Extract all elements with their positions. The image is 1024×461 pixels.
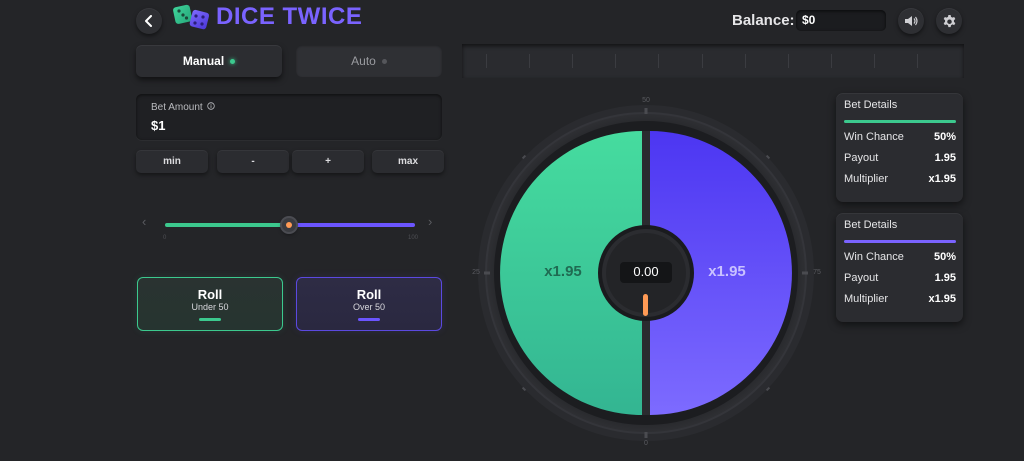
roll-over-title: Roll xyxy=(356,287,382,302)
tab-manual[interactable]: Manual xyxy=(136,45,282,77)
tab-auto[interactable]: Auto xyxy=(296,45,442,77)
inactive-indicator-icon xyxy=(381,58,387,64)
roll-under-subtitle: Under 50 xyxy=(191,302,229,312)
under-multiplier: x1.95 xyxy=(544,263,582,280)
roll-result: 0.00 xyxy=(633,264,659,279)
bet-details-accent-bar xyxy=(844,120,956,123)
win-chance-value: 50% xyxy=(933,131,956,143)
multiplier-row: Multiplier x1.95 xyxy=(844,173,956,185)
slider-thumb[interactable] xyxy=(282,218,296,232)
payout-label: Payout xyxy=(844,272,879,284)
active-indicator-icon xyxy=(230,58,236,64)
min-button[interactable]: min xyxy=(136,150,208,173)
over-multiplier: x1.95 xyxy=(708,263,746,280)
slider-under-track xyxy=(165,223,289,227)
gear-icon xyxy=(943,14,955,27)
win-chance-label: Win Chance xyxy=(844,131,904,143)
tab-manual-label: Manual xyxy=(182,54,225,68)
payout-value: 1.95 xyxy=(934,272,956,284)
roll-under-indicator xyxy=(199,318,221,321)
sound-button[interactable] xyxy=(898,8,924,34)
bet-details-accent-bar xyxy=(844,240,956,243)
multiplier-label: Multiplier xyxy=(844,293,889,305)
roll-over-button[interactable]: Roll Over 50 xyxy=(296,277,442,331)
win-chance-label: Win Chance xyxy=(844,251,904,263)
increase-button[interactable]: + xyxy=(292,150,364,173)
multiplier-row: Multiplier x1.95 xyxy=(844,293,956,305)
slider-over-track xyxy=(289,223,415,227)
bet-details-under: Bet Details Win Chance 50% Payout 1.95 M… xyxy=(836,93,963,202)
settings-button[interactable] xyxy=(936,8,962,34)
multiplier-label: Multiplier xyxy=(844,173,889,185)
slider-max-label: 100 xyxy=(408,235,419,241)
balance-value: $0 xyxy=(796,10,886,31)
game-title: DICE TWICE xyxy=(216,3,363,30)
logo: DICE TWICE xyxy=(172,2,362,32)
wheel-top-label: 50 xyxy=(642,97,650,104)
wheel-right-label: 75 xyxy=(813,269,821,276)
chevron-left-icon xyxy=(145,15,152,27)
win-chance-row: Win Chance 50% xyxy=(844,131,956,143)
wheel-bottom-label: 0 xyxy=(644,440,648,447)
wheel-left-label: 25 xyxy=(472,269,480,276)
bet-details-over: Bet Details Win Chance 50% Payout 1.95 M… xyxy=(836,213,963,322)
payout-label: Payout xyxy=(844,152,879,164)
back-button[interactable] xyxy=(136,8,162,34)
bet-details-title: Bet Details xyxy=(844,219,898,231)
slider-min-label: 0 xyxy=(163,235,167,241)
multiplier-value: x1.95 xyxy=(928,173,956,185)
balance-label: Balance: xyxy=(732,12,795,29)
decrease-button[interactable]: - xyxy=(217,150,289,173)
tab-auto-label: Auto xyxy=(351,54,376,68)
bet-details-title: Bet Details xyxy=(844,99,898,111)
roll-over-subtitle: Over 50 xyxy=(352,302,385,312)
dice-icon xyxy=(173,4,210,30)
info-icon xyxy=(207,102,216,110)
dice-wheel: x1.95 x1.95 0.00 50 25 75 0 xyxy=(472,96,821,447)
slider-left-arrow-icon[interactable]: ‹ xyxy=(142,214,146,229)
slider-right-arrow-icon[interactable]: › xyxy=(428,214,432,229)
speaker-icon xyxy=(905,16,918,26)
bet-amount-value: $1 xyxy=(151,118,166,133)
win-chance-value: 50% xyxy=(933,251,956,263)
bet-amount-field[interactable]: Bet Amount $1 xyxy=(136,94,442,140)
bet-amount-label-row: Bet Amount xyxy=(151,102,216,113)
payout-value: 1.95 xyxy=(934,152,956,164)
roll-under-title: Roll xyxy=(197,287,223,302)
win-chance-row: Win Chance 50% xyxy=(844,251,956,263)
bet-amount-label: Bet Amount xyxy=(151,102,203,113)
multiplier-value: x1.95 xyxy=(928,293,956,305)
max-button[interactable]: max xyxy=(372,150,444,173)
payout-row: Payout 1.95 xyxy=(844,152,956,164)
roll-under-button[interactable]: Roll Under 50 xyxy=(137,277,283,331)
roll-over-indicator xyxy=(358,318,380,321)
payout-row: Payout 1.95 xyxy=(844,272,956,284)
target-slider[interactable]: ‹ › 0 100 xyxy=(136,210,442,250)
results-history-bar xyxy=(462,44,964,78)
